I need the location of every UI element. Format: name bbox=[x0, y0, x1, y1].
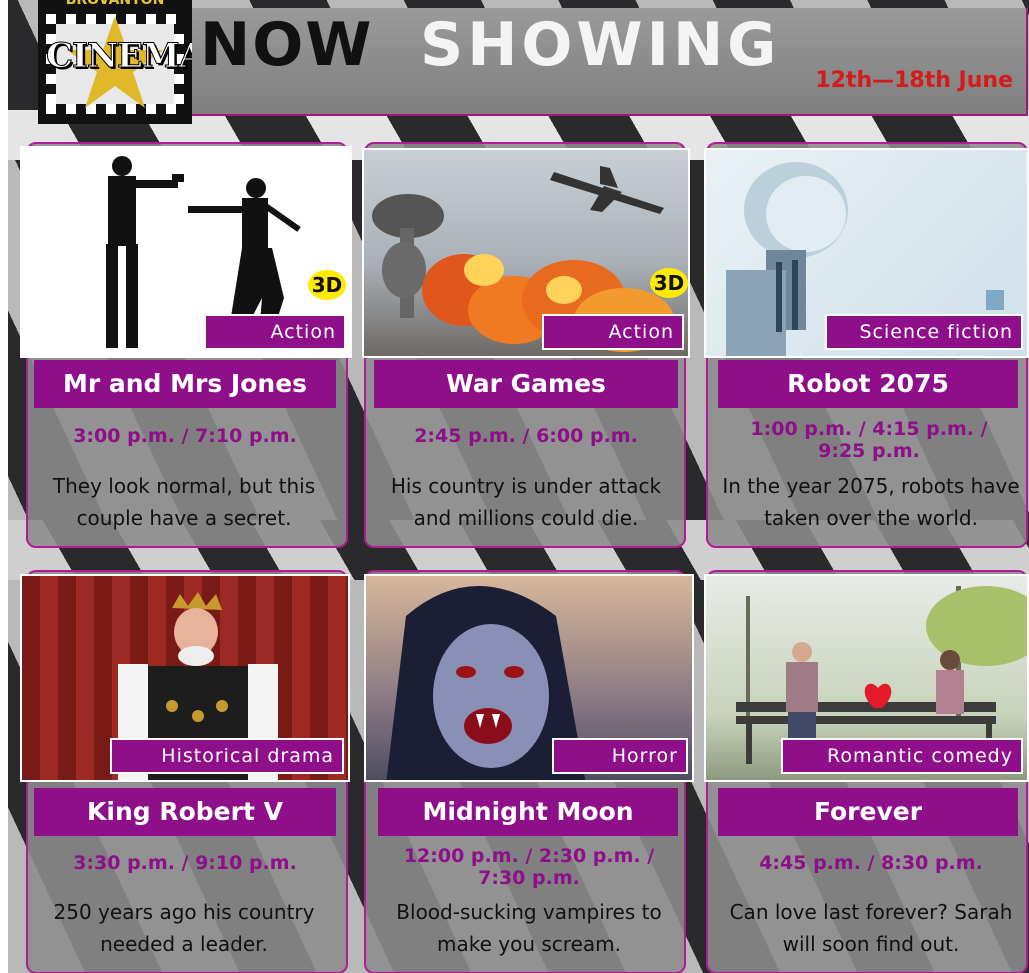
cinema-logo: BROVANTON CINEMA bbox=[38, 0, 192, 124]
film-title: Midnight Moon bbox=[378, 788, 678, 836]
poster-canvas: NOW SHOWING 12th—18th June BROVANTON CIN… bbox=[8, 0, 1029, 973]
3d-badge: 3D bbox=[650, 268, 688, 298]
film-poster-war-games: 3D Action bbox=[362, 148, 690, 358]
film-title: War Games bbox=[374, 360, 678, 408]
film-poster-forever: Romantic comedy bbox=[704, 574, 1029, 782]
banner-dates: 12th—18th June bbox=[815, 68, 1013, 93]
3d-badge: 3D bbox=[308, 270, 346, 300]
film-description: They look normal, but this couple have a… bbox=[52, 474, 316, 530]
film-title: Mr and Mrs Jones bbox=[34, 360, 336, 408]
genre-tag: Historical drama bbox=[110, 738, 344, 774]
showtimes: 3:00 p.m. / 7:10 p.m. bbox=[73, 425, 297, 447]
film-poster-mr-and-mrs-jones: 3D Action bbox=[20, 146, 352, 358]
film-title: Forever bbox=[718, 788, 1018, 836]
genre-tag: Action bbox=[204, 314, 346, 350]
film-description: Blood-sucking vampires to make you screa… bbox=[396, 900, 662, 956]
logo-cinema-name: BROVANTON bbox=[65, 0, 165, 8]
banner-showing-text: SHOWING bbox=[420, 10, 781, 80]
banner-now-text: NOW bbox=[200, 10, 374, 80]
genre-tag: Science fiction bbox=[825, 314, 1023, 350]
showtimes: 2:45 p.m. / 6:00 p.m. bbox=[414, 425, 638, 447]
showtimes: 4:45 p.m. / 8:30 p.m. bbox=[759, 852, 983, 874]
film-title: King Robert V bbox=[34, 788, 336, 836]
film-description: Can love last forever? Sarah will soon f… bbox=[729, 900, 1013, 956]
genre-tag: Action bbox=[542, 314, 684, 350]
logo-cinema-text: CINEMA bbox=[46, 36, 193, 77]
showtimes: 3:30 p.m. / 9:10 p.m. bbox=[73, 852, 297, 874]
film-poster-midnight-moon: Horror bbox=[364, 574, 694, 782]
film-poster-robot-2075: Science fiction bbox=[704, 148, 1029, 358]
film-description: His country is under attack and millions… bbox=[390, 474, 662, 530]
genre-tag: Horror bbox=[552, 738, 688, 774]
film-title: Robot 2075 bbox=[718, 360, 1018, 408]
film-poster-king-robert-v: Historical drama bbox=[20, 574, 350, 782]
showtimes: 1:00 p.m. / 4:15 p.m. / 9:25 p.m. bbox=[750, 418, 988, 462]
film-description: In the year 2075, robots have taken over… bbox=[722, 474, 1020, 530]
showtimes: 12:00 p.m. / 2:30 p.m. / 7:30 p.m. bbox=[403, 845, 655, 889]
film-description: 250 years ago his country needed a leade… bbox=[53, 900, 315, 956]
genre-tag: Romantic comedy bbox=[781, 738, 1023, 774]
